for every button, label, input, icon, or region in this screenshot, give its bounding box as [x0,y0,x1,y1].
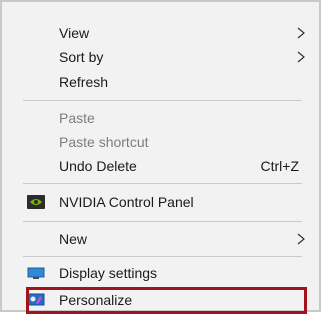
display-icon [27,267,45,279]
menu-item-refresh[interactable]: Refresh [2,70,319,94]
menu-item-label: View [59,25,90,41]
menu-item-personalize[interactable]: Personalize [2,288,319,312]
menu-item-label: Refresh [59,74,109,90]
menu-separator [23,100,302,101]
nvidia-icon [27,195,45,209]
menu-item-label: Undo Delete [59,158,137,174]
desktop-context-menu: View Sort by Refresh Paste Paste shortcu… [0,0,321,314]
menu-item-label: Personalize [59,292,133,308]
menu-separator [23,221,302,222]
personalize-icon [27,293,45,306]
menu-item-label: New [59,231,88,247]
menu-item-shortcut: Ctrl+Z [260,158,300,174]
menu-item-label: Sort by [59,49,104,65]
menu-separator [23,256,302,257]
menu-item-sort-by[interactable]: Sort by [2,45,319,69]
chevron-right-icon [297,233,305,245]
menu-item-label: Paste shortcut [59,134,149,150]
menu-item-view[interactable]: View [2,21,319,45]
menu-item-label: Display settings [59,265,158,281]
menu-item-paste-shortcut[interactable]: Paste shortcut [2,130,319,154]
menu-item-new[interactable]: New [2,227,319,251]
menu-item-paste[interactable]: Paste [2,106,319,130]
menu-item-display-settings[interactable]: Display settings [2,261,319,285]
menu-item-undo-delete[interactable]: Undo Delete Ctrl+Z [2,154,319,178]
menu-item-label: NVIDIA Control Panel [59,194,194,210]
menu-separator [23,183,302,184]
chevron-right-icon [297,27,305,39]
menu-item-nvidia-control-panel[interactable]: NVIDIA Control Panel [2,190,319,214]
menu-item-label: Paste [59,110,95,126]
chevron-right-icon [297,51,305,63]
